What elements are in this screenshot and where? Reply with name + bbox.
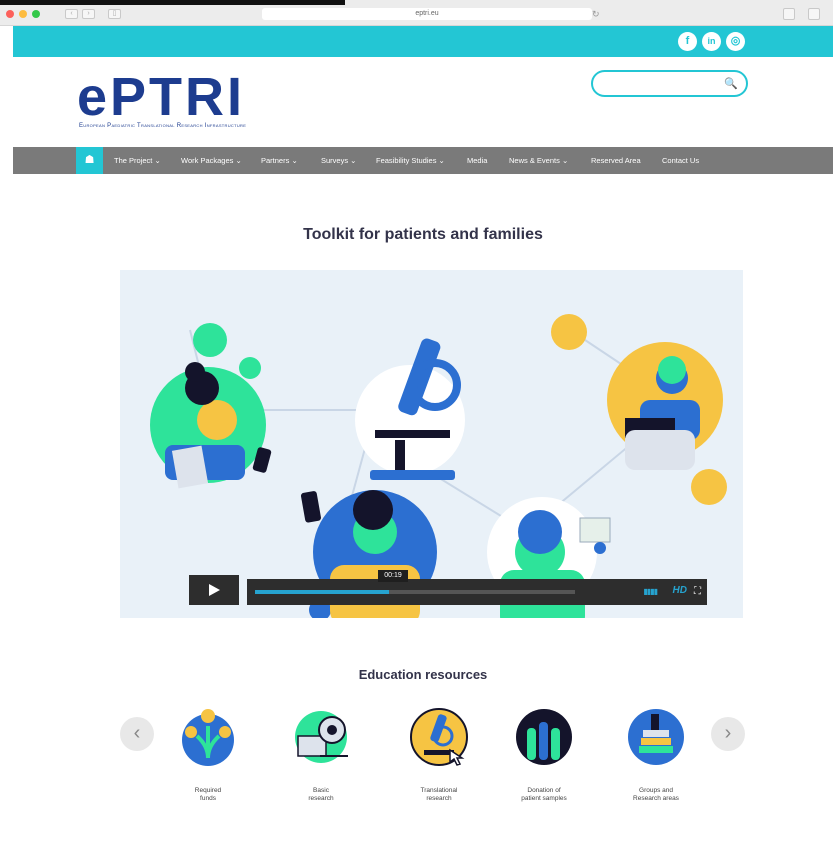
resource-label-line2: research [426,795,452,802]
chevron-right-icon[interactable]: › [711,717,745,751]
search-input[interactable] [603,72,728,94]
linkedin-icon[interactable]: in [702,32,721,51]
tabs-icon[interactable] [808,8,820,20]
video-control-bar: ▮▮▮▮ HD ⛶ [247,579,707,605]
web-page: f in ◎ ePTRI European Paediatric Transla… [13,26,833,856]
video-player[interactable]: ▮▮▮▮ HD ⛶ 00:19 [120,270,743,618]
resource-translational-research[interactable]: Translational research [399,706,479,803]
resource-required-funds[interactable]: Required funds [168,706,248,803]
donation-samples-icon [516,709,572,765]
basic-research-icon [295,711,348,763]
window-edge [0,0,345,5]
minimize-window-button[interactable] [19,10,27,18]
forward-icon[interactable]: › [82,9,95,19]
fullscreen-icon[interactable]: ⛶ [694,586,701,597]
volume-icon[interactable]: ▮▮▮▮ [643,587,658,596]
video-time: 00:19 [378,570,408,582]
education-title: Education resources [358,667,488,682]
resource-groups-research-areas[interactable]: Groups and Research areas [616,706,696,803]
nav-item-contact-us[interactable]: Contact Us [662,147,699,174]
search-box: 🔍 [591,70,748,97]
translational-research-icon [410,708,468,766]
sidebar-icon[interactable]: ▯ [108,9,121,19]
toolkit-title: Toolkit for patients and families [303,226,543,243]
progress-track[interactable] [255,590,575,594]
site-logo[interactable]: ePTRI [77,70,245,124]
chevron-left-icon[interactable]: ‹ [120,717,154,751]
nav-item-partners[interactable]: Partners ⌄ [261,147,298,174]
window-controls [6,10,40,18]
facebook-icon[interactable]: f [678,32,697,51]
top-bar: f in ◎ [13,26,833,57]
nav-item-surveys[interactable]: Surveys ⌄ [321,147,356,174]
resource-label-line1: Basic [313,787,329,794]
back-icon[interactable]: ‹ [65,9,78,19]
nav-item-work-packages[interactable]: Work Packages ⌄ [181,147,242,174]
resource-label-line2: patient samples [521,795,567,802]
nav-item-feasibility-studies[interactable]: Feasibility Studies ⌄ [376,147,445,174]
resource-label-line1: Donation of [527,787,561,794]
maximize-window-button[interactable] [32,10,40,18]
education-carousel: ‹ Required funds Basic research Translat… [13,696,833,806]
resource-donation-samples[interactable]: Donation of patient samples [504,706,584,803]
search-icon[interactable]: 🔍 [724,77,738,90]
funds-icon [182,709,234,766]
address-bar[interactable]: eptri.eu [262,8,592,20]
share-icon[interactable] [783,8,795,20]
nav-item-media[interactable]: Media [467,147,487,174]
logo-text: ePTRI [77,67,246,127]
reload-icon[interactable]: ↻ [592,8,600,20]
resource-label-line2: research [308,795,334,802]
play-button[interactable] [189,575,239,605]
resource-label-line2: funds [200,795,216,802]
resource-label-line1: Translational [420,787,458,794]
resource-basic-research[interactable]: Basic research [281,706,361,803]
resource-label-line1: Groups and [639,787,673,794]
play-icon [209,584,220,596]
logo-subtitle: European Paediatric Translational Resear… [79,123,247,129]
resource-label-line1: Required [194,787,222,794]
nav-item-the-project[interactable]: The Project ⌄ [114,147,161,174]
nav-item-reserved-area[interactable]: Reserved Area [591,147,641,174]
groups-research-icon [628,709,684,765]
main-navigation: ☗ The Project ⌄ Work Packages ⌄ Partners… [13,147,833,174]
hd-badge[interactable]: HD [673,585,687,596]
nav-item-news-events[interactable]: News & Events ⌄ [509,147,568,174]
resource-label-line2: Research areas [633,795,679,802]
browser-toolbar: ‹ › ▯ eptri.eu ↻ [0,0,833,26]
video-illustration [150,314,727,618]
close-window-button[interactable] [6,10,14,18]
home-icon[interactable]: ☗ [76,147,103,174]
progress-fill [255,590,389,594]
instagram-icon[interactable]: ◎ [726,32,745,51]
